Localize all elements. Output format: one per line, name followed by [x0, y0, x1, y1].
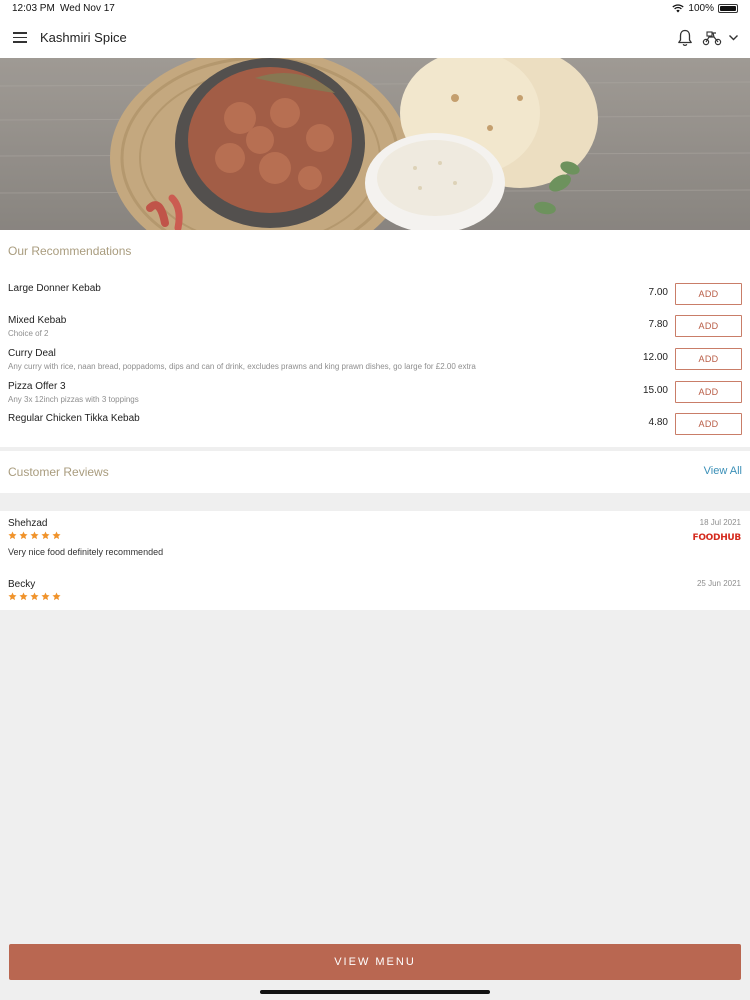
item-price: 7.00	[648, 287, 668, 298]
recommendations-title: Our Recommendations	[8, 244, 132, 258]
star-icon	[41, 531, 50, 540]
review-date: 25 Jun 2021	[696, 579, 741, 588]
star-rating	[8, 531, 61, 540]
item-name: Curry Deal	[8, 348, 56, 359]
add-button[interactable]: ADD	[675, 348, 742, 370]
item-price: 12.00	[642, 352, 668, 363]
app-bar: Kashmiri Spice	[0, 18, 750, 58]
menu-item: Mixed Kebab Choice of 2 7.80 ADD	[0, 315, 750, 345]
item-name: Mixed Kebab	[8, 315, 67, 326]
item-name: Regular Chicken Tikka Kebab	[8, 413, 140, 424]
star-icon	[19, 592, 28, 601]
star-icon	[19, 531, 28, 540]
status-time: 12:03 PM	[12, 3, 55, 14]
status-right: 100%	[672, 3, 738, 14]
reviews-header: Customer Reviews View All	[0, 451, 750, 493]
review-item: Shehzad 18 Jul 2021 Very nice food defin…	[0, 518, 750, 568]
wifi-icon	[672, 4, 685, 13]
item-name: Large Donner Kebab	[8, 283, 101, 294]
star-icon	[52, 531, 61, 540]
hero-illustration	[0, 58, 750, 230]
star-rating	[8, 592, 61, 601]
item-description: Any curry with rice, naan bread, poppado…	[8, 362, 476, 371]
reviews-list: Shehzad 18 Jul 2021 Very nice food defin…	[0, 511, 750, 610]
restaurant-title: Kashmiri Spice	[40, 30, 127, 45]
add-button[interactable]: ADD	[675, 283, 742, 305]
menu-item: Curry Deal Any curry with rice, naan bre…	[0, 348, 750, 378]
foodhub-logo: FOODHUB	[692, 533, 741, 543]
star-icon	[41, 592, 50, 601]
battery-percent: 100%	[688, 3, 714, 14]
bell-icon[interactable]	[677, 29, 693, 47]
hero-food-image	[0, 58, 750, 230]
item-price: 15.00	[642, 385, 668, 396]
star-icon	[8, 531, 17, 540]
view-menu-button[interactable]: VIEW MENU	[9, 944, 741, 980]
item-name: Pizza Offer 3	[8, 381, 66, 392]
menu-item: Regular Chicken Tikka Kebab 4.80 ADD	[0, 413, 750, 443]
reviewer-name: Shehzad	[8, 518, 48, 529]
status-bar: 12:03 PM Wed Nov 17 100%	[0, 0, 750, 18]
menu-item: Large Donner Kebab 7.00 ADD	[0, 283, 750, 313]
add-button[interactable]: ADD	[675, 413, 742, 435]
reviewer-name: Becky	[8, 579, 36, 590]
star-icon	[8, 592, 17, 601]
item-description: Choice of 2	[8, 329, 49, 338]
review-date: 18 Jul 2021	[699, 518, 741, 527]
item-description: Any 3x 12inch pizzas with 3 toppings	[8, 395, 139, 404]
review-item: Becky 25 Jun 2021	[0, 579, 750, 607]
star-icon	[52, 592, 61, 601]
reviews-title: Customer Reviews	[8, 465, 109, 479]
item-price: 7.80	[648, 319, 668, 330]
add-button[interactable]: ADD	[675, 381, 742, 403]
battery-icon	[718, 4, 738, 13]
delivery-scooter-icon[interactable]	[702, 30, 722, 46]
chevron-down-icon[interactable]	[728, 32, 739, 43]
home-indicator[interactable]	[260, 990, 490, 994]
status-date: Wed Nov 17	[60, 3, 115, 14]
item-price: 4.80	[648, 417, 668, 428]
menu-item: Pizza Offer 3 Any 3x 12inch pizzas with …	[0, 381, 750, 411]
star-icon	[30, 592, 39, 601]
add-button[interactable]: ADD	[675, 315, 742, 337]
review-text: Very nice food definitely recommended	[8, 547, 164, 557]
menu-icon[interactable]	[13, 32, 27, 43]
view-all-link[interactable]: View All	[704, 465, 742, 477]
recommendations-section: Our Recommendations Large Donner Kebab 7…	[0, 230, 750, 447]
star-icon	[30, 531, 39, 540]
